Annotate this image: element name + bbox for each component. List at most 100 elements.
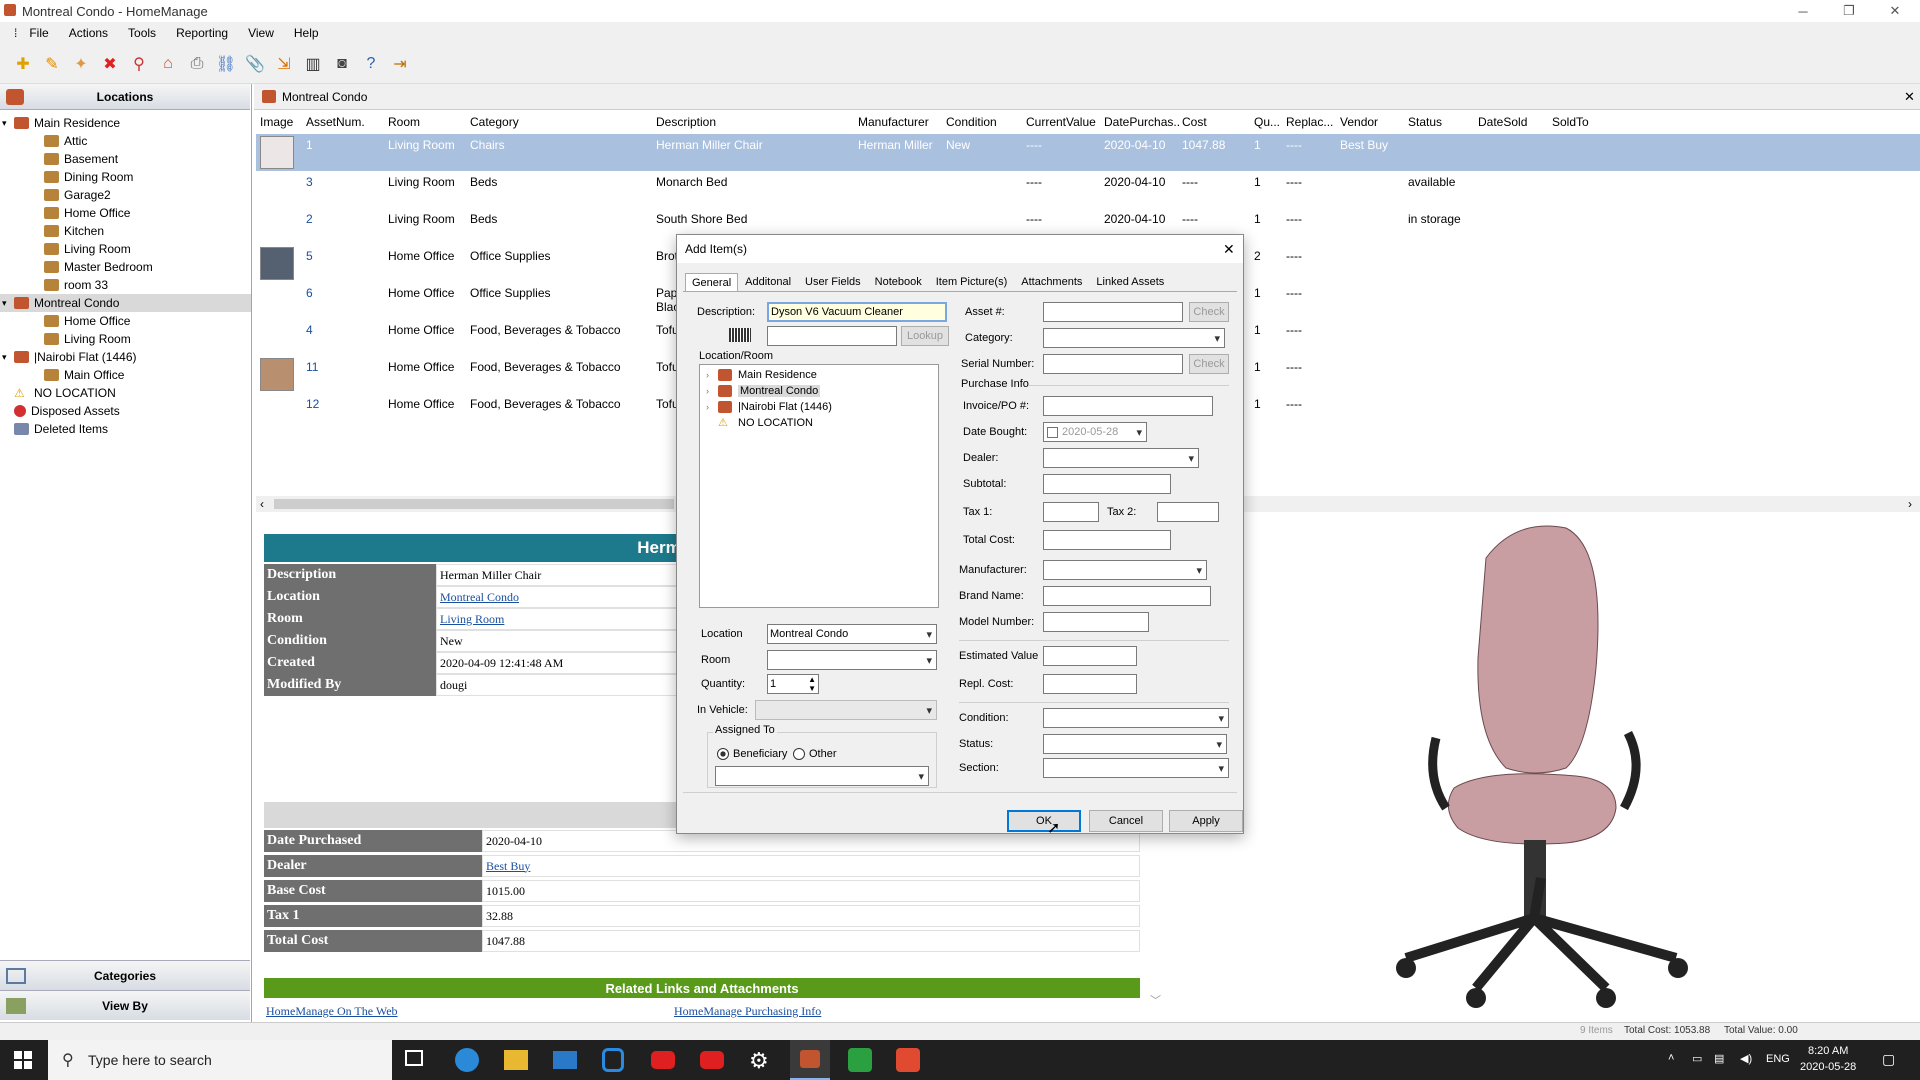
mail-icon[interactable] — [553, 1051, 577, 1069]
loc-tree-item[interactable]: › Main Residence — [706, 367, 817, 382]
column-header[interactable]: Room — [388, 112, 468, 132]
battery-icon[interactable]: ▭ — [1692, 1052, 1702, 1065]
barcode-icon[interactable]: ▥ — [300, 51, 326, 77]
delete-icon[interactable]: ✖ — [97, 51, 123, 77]
tree-item[interactable]: Main Office — [0, 366, 251, 384]
categories-button[interactable]: Categories — [0, 960, 250, 990]
camtasia-icon[interactable] — [848, 1048, 872, 1072]
date-checkbox[interactable] — [1047, 427, 1058, 438]
asset-check-button[interactable]: Check — [1189, 302, 1229, 322]
column-header[interactable]: Category — [470, 112, 650, 132]
stepper-arrows-icon[interactable]: ▲ ▼ — [808, 675, 816, 693]
collapse-icon[interactable]: ▾ — [2, 352, 14, 363]
location-select[interactable]: Montreal Condo — [767, 624, 937, 644]
recorder-icon[interactable] — [896, 1048, 920, 1072]
section-select[interactable] — [1043, 758, 1229, 778]
attach-icon[interactable]: 📎 — [242, 51, 268, 77]
link-icon[interactable]: ⛓ — [213, 51, 239, 77]
network-icon[interactable]: ▤ — [1714, 1052, 1724, 1065]
total-cost-input[interactable] — [1043, 530, 1171, 550]
expand-icon[interactable]: › — [706, 370, 718, 380]
tree-item[interactable]: Dining Room — [0, 168, 251, 186]
close-panel-icon[interactable]: ✕ — [1904, 89, 1915, 105]
tree-item[interactable]: ▾ Montreal Condo — [0, 294, 251, 312]
tree-item[interactable]: Disposed Assets — [0, 402, 251, 420]
tree-item[interactable]: room 33 — [0, 276, 251, 294]
menu-file[interactable]: File — [19, 26, 58, 40]
category-select[interactable] — [1043, 328, 1225, 348]
tree-item[interactable]: Master Bedroom — [0, 258, 251, 276]
menu-reporting[interactable]: Reporting — [166, 26, 238, 40]
volume-icon[interactable]: ◀) — [1740, 1052, 1752, 1065]
room-select[interactable] — [767, 650, 937, 670]
column-header[interactable]: Manufacturer — [858, 112, 944, 132]
tab-general[interactable]: General — [685, 273, 739, 291]
column-header[interactable]: Replac... — [1286, 112, 1338, 132]
beneficiary-radio[interactable] — [717, 748, 729, 760]
maps-icon[interactable] — [602, 1048, 624, 1072]
table-row[interactable]: 3 Living Room Beds Monarch Bed ---- 2020-04-1… — [256, 171, 1920, 208]
close-window-button[interactable]: ✕ — [1872, 0, 1918, 22]
serial-input[interactable] — [1043, 354, 1183, 374]
youtube2-icon[interactable] — [700, 1051, 724, 1069]
column-header[interactable]: AssetNum. — [306, 112, 386, 132]
tray-chevron-icon[interactable]: ˄ — [1668, 1052, 1674, 1064]
column-header[interactable]: CurrentValue — [1026, 112, 1102, 132]
expand-icon[interactable]: › — [706, 386, 718, 396]
menu-help[interactable]: Help — [284, 26, 329, 40]
other-radio[interactable] — [793, 748, 805, 760]
tree-item[interactable]: Basement — [0, 150, 251, 168]
tax2-input[interactable] — [1157, 502, 1219, 522]
collapse-icon[interactable]: ▾ — [2, 298, 14, 309]
tag-icon[interactable]: ✦ — [68, 51, 94, 77]
menu-view[interactable]: View — [238, 26, 284, 40]
menu-actions[interactable]: Actions — [59, 26, 118, 40]
lookup-button[interactable]: Lookup — [901, 326, 949, 346]
serial-check-button[interactable]: Check — [1189, 354, 1229, 374]
estimated-input[interactable] — [1043, 646, 1137, 666]
table-row[interactable]: 1 Living Room Chairs Herman Miller Chair Her… — [256, 134, 1920, 171]
barcode-input[interactable] — [767, 326, 897, 346]
printer-thumb-icon[interactable] — [260, 247, 294, 280]
detail-link[interactable]: Best Buy — [482, 855, 1140, 877]
related-link[interactable]: HomeManage On The Web — [266, 1004, 398, 1019]
assigned-select[interactable] — [715, 766, 929, 786]
invoice-input[interactable] — [1043, 396, 1213, 416]
location-tree-box[interactable]: › Main Residence › Montreal Condo › |Nairobi … — [699, 364, 939, 608]
column-header[interactable]: Image — [260, 112, 304, 132]
tree-item[interactable]: Living Room — [0, 240, 251, 258]
dealer-select[interactable] — [1043, 448, 1199, 468]
brand-input[interactable] — [1043, 586, 1211, 606]
taskbar-search[interactable]: ⚲ Type here to search — [48, 1040, 392, 1080]
tax1-input[interactable] — [1043, 502, 1099, 522]
food-thumb-icon[interactable] — [260, 358, 294, 391]
column-header[interactable]: Qu... — [1254, 112, 1284, 132]
tree-item[interactable]: ⚠ NO LOCATION — [0, 384, 251, 402]
notifications-icon[interactable]: ▢ — [1882, 1051, 1895, 1068]
edge-icon[interactable] — [455, 1048, 479, 1072]
apply-button[interactable]: Apply — [1169, 810, 1243, 832]
tree-item[interactable]: Living Room — [0, 330, 251, 348]
details-scroll-down-icon[interactable]: ﹀ — [1150, 992, 1161, 1008]
tab-item-picture-s[interactable]: Item Picture(s) — [929, 273, 1015, 291]
tab-user-fields[interactable]: User Fields — [798, 273, 868, 291]
barcode-icon[interactable] — [729, 328, 751, 342]
tree-item[interactable]: Home Office — [0, 312, 251, 330]
start-icon[interactable] — [14, 1051, 32, 1069]
manufacturer-select[interactable] — [1043, 560, 1207, 580]
chair-thumb-icon[interactable] — [260, 136, 294, 169]
subtotal-input[interactable] — [1043, 474, 1171, 494]
cancel-button[interactable]: Cancel — [1089, 810, 1163, 832]
column-header[interactable]: DatePurchas... — [1104, 112, 1180, 132]
minimize-button[interactable]: ─ — [1780, 0, 1826, 22]
expand-icon[interactable]: › — [706, 402, 718, 412]
loc-tree-item[interactable]: › |Nairobi Flat (1446) — [706, 399, 832, 414]
condition-select[interactable] — [1043, 708, 1229, 728]
quantity-stepper[interactable]: 1 ▲ ▼ — [767, 674, 819, 694]
column-header[interactable]: Description — [656, 112, 856, 132]
loc-tree-item[interactable]: ⚠ NO LOCATION — [706, 415, 813, 430]
tree-item[interactable]: Deleted Items — [0, 420, 251, 438]
tree-item[interactable]: ▾ Main Residence — [0, 114, 251, 132]
loc-tree-item[interactable]: › Montreal Condo — [706, 383, 821, 398]
youtube-icon[interactable] — [651, 1051, 675, 1069]
